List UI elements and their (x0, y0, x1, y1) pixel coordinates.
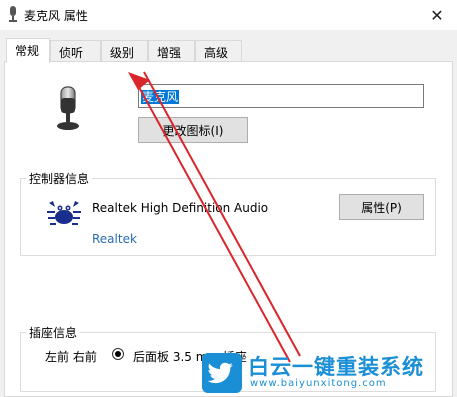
microphone-icon (9, 6, 17, 22)
change-icon-button[interactable]: 更改图标(I) (138, 117, 248, 143)
jack-info-title: 插座信息 (26, 324, 81, 341)
tab-general[interactable]: 常规 (6, 38, 50, 63)
watermark: 白云一键重装系统 www.baiyunxitong.com (200, 352, 457, 397)
controller-device-name: Realtek High Definition Audio (92, 201, 269, 215)
title-bar: 麦克风 属性 ✕ (0, 0, 457, 30)
twitter-bird-icon (202, 353, 242, 393)
tab-advanced[interactable]: 高级 (195, 40, 242, 62)
controller-vendor-link[interactable]: Realtek (92, 232, 137, 246)
close-icon: ✕ (430, 5, 444, 25)
tab-bar: 常规 侦听 级别 增强 高级 (0, 38, 457, 63)
close-button[interactable]: ✕ (417, 0, 457, 30)
jack-location: 左前 右前 (45, 350, 97, 364)
realtek-crab-icon (47, 201, 81, 225)
jack-color-indicator (112, 348, 124, 360)
watermark-url: www.baiyunxitong.com (250, 378, 387, 389)
tab-listen[interactable]: 侦听 (50, 40, 101, 62)
window-title: 麦克风 属性 (24, 9, 88, 23)
properties-button[interactable]: 属性(P) (339, 194, 424, 220)
device-name-field[interactable]: 麦克风 (138, 84, 424, 108)
tab-enhancements[interactable]: 增强 (148, 40, 195, 62)
microphone-device-icon (57, 86, 79, 130)
device-name-selected-text: 麦克风 (141, 90, 180, 104)
controller-info-title: 控制器信息 (26, 170, 93, 187)
watermark-text: 白云一键重装系统 (248, 355, 424, 379)
tab-levels[interactable]: 级别 (101, 40, 148, 62)
